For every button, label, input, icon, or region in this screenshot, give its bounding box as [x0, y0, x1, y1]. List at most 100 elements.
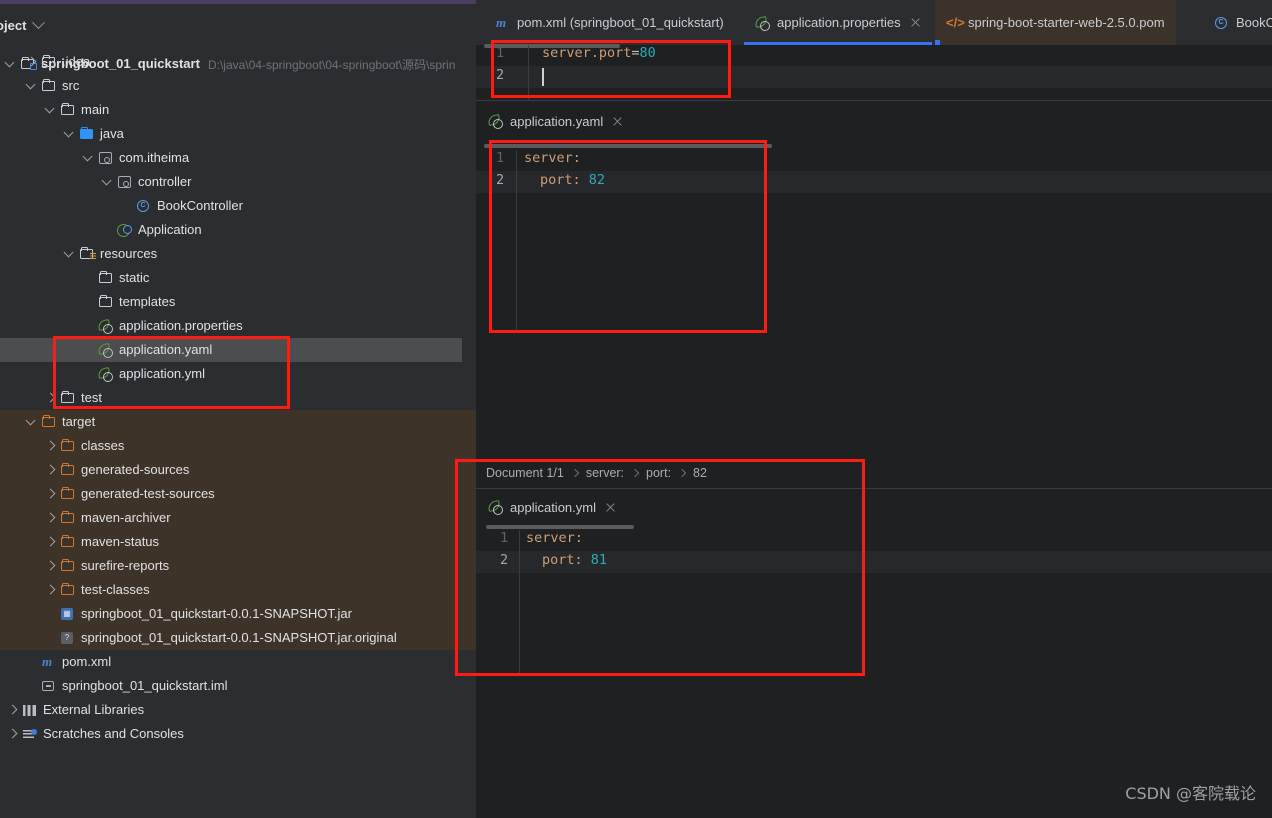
expand-arrow-icon[interactable] [27, 81, 37, 91]
project-panel-title: roject [0, 17, 27, 33]
tab-spring-boot-starter-web-pom[interactable]: </> spring-boot-starter-web-2.5.0.pom [935, 0, 1176, 45]
tab-application-yaml[interactable]: application.yaml [484, 105, 627, 137]
module-icon [41, 678, 57, 694]
tree-row[interactable]: maven-status [0, 530, 476, 554]
yaml-horizontal-scrollbar[interactable] [484, 144, 772, 148]
tree-row[interactable]: com.itheima [0, 146, 476, 170]
tree-row[interactable]: maven-archiver [0, 506, 476, 530]
tab-pom-xml[interactable]: m pom.xml (springboot_01_quickstart) [484, 0, 735, 45]
tree-row[interactable]: springboot_01_quickstart.iml [0, 674, 476, 698]
expand-arrow-icon[interactable] [84, 153, 94, 163]
expand-arrow-icon[interactable] [65, 129, 75, 139]
project-tree[interactable]: .idea src main java com.itheima controller C Bo… [0, 50, 476, 746]
tab-application-properties[interactable]: application.properties [744, 0, 932, 45]
chevron-down-icon[interactable] [32, 15, 46, 29]
expand-arrow-icon[interactable] [27, 417, 37, 427]
tree-row-label: application.yaml [119, 342, 213, 357]
yaml-key: port: [540, 172, 581, 188]
yaml-code-line-2[interactable]: port: 82 [524, 172, 605, 188]
tab-application-yml[interactable]: application.yml [484, 492, 620, 522]
tree-row-label: java [100, 126, 124, 141]
tree-row[interactable]: src [0, 74, 476, 98]
breadcrumb-item[interactable]: server: [586, 466, 624, 480]
maven-icon: m [496, 14, 507, 30]
yml-horizontal-scrollbar[interactable] [486, 525, 634, 529]
properties-line-number: 1 [496, 45, 505, 61]
expand-arrow-icon[interactable] [46, 489, 56, 499]
expand-arrow-icon[interactable] [46, 561, 56, 571]
expand-arrow-icon[interactable] [65, 249, 75, 259]
expand-arrow-icon[interactable] [8, 705, 18, 715]
yml-code-line-2[interactable]: port: 81 [526, 552, 607, 568]
tree-row[interactable]: generated-test-sources [0, 482, 476, 506]
tree-row[interactable]: Scratches and Consoles [0, 722, 476, 746]
tree-row[interactable]: controller [0, 170, 476, 194]
spring-config-icon [488, 499, 504, 515]
close-icon[interactable] [910, 17, 921, 28]
tree-row[interactable]: classes [0, 434, 476, 458]
tree-row-label: Scratches and Consoles [43, 726, 184, 741]
breadcrumb[interactable]: Document 1/1 server: port: 82 [486, 466, 707, 480]
tree-row[interactable]: test-classes [0, 578, 476, 602]
expand-arrow-icon[interactable] [103, 177, 113, 187]
tree-row[interactable]: resources [0, 242, 476, 266]
breadcrumb-item[interactable]: port: [646, 466, 671, 480]
breadcrumb-item[interactable]: Document 1/1 [486, 466, 564, 480]
tree-row[interactable]: ▦ springboot_01_quickstart-0.0.1-SNAPSHOT… [0, 602, 476, 626]
tree-row[interactable]: m pom.xml [0, 650, 476, 674]
tree-row[interactable]: main [0, 98, 476, 122]
folder-icon [60, 390, 76, 406]
tree-row[interactable]: ? springboot_01_quickstart-0.0.1-SNAPSHOT… [0, 626, 476, 650]
tree-row-label: generated-test-sources [81, 486, 215, 501]
tree-row-label: src [62, 78, 80, 93]
tree-row[interactable]: templates [0, 290, 476, 314]
tree-row[interactable]: java [0, 122, 476, 146]
tree-row[interactable]: application.yml [0, 362, 476, 386]
tree-row[interactable]: Application [0, 218, 476, 242]
tree-row-label: maven-status [81, 534, 160, 549]
tree-row[interactable]: generated-sources [0, 458, 476, 482]
expand-arrow-icon[interactable] [46, 513, 56, 523]
folder-orange-icon [60, 558, 76, 574]
tree-arrow-placeholder [84, 297, 94, 307]
project-panel-header[interactable]: roject [0, 14, 46, 36]
folder-icon [98, 294, 114, 310]
tree-row-label: pom.xml [62, 654, 112, 669]
folder-orange-icon [60, 582, 76, 598]
expand-arrow-icon[interactable] [46, 465, 56, 475]
close-icon[interactable] [605, 502, 616, 513]
expand-arrow-icon[interactable] [46, 537, 56, 547]
tree-row[interactable]: static [0, 266, 476, 290]
close-icon[interactable] [612, 116, 623, 127]
tree-row[interactable]: test [0, 386, 476, 410]
expand-arrow-icon[interactable] [46, 441, 56, 451]
tree-row-label: static [119, 270, 150, 285]
expand-arrow-icon[interactable] [46, 105, 56, 115]
properties-value: 80 [639, 45, 656, 61]
tree-row[interactable]: target [0, 410, 476, 434]
expand-arrow-icon[interactable] [8, 729, 18, 739]
properties-code-line-1[interactable]: server.port=80 [542, 45, 656, 61]
tree-row-label: generated-sources [81, 462, 190, 477]
unknown-file-icon: ? [60, 630, 76, 646]
expand-arrow-icon[interactable] [46, 393, 56, 403]
maven-icon: m [42, 654, 53, 669]
package-icon [117, 174, 133, 190]
folder-orange-icon [60, 534, 76, 550]
yml-code-line-1[interactable]: server: [526, 530, 583, 546]
expand-arrow-icon[interactable] [27, 57, 37, 67]
expand-arrow-icon[interactable] [46, 585, 56, 595]
tree-row[interactable]: External Libraries [0, 698, 476, 722]
tree-row[interactable]: .idea [0, 50, 476, 74]
yaml-code-line-1[interactable]: server: [524, 150, 581, 166]
tree-row[interactable]: application.properties [0, 314, 476, 338]
tree-row[interactable]: application.yaml [0, 338, 462, 362]
properties-current-line-highlight [476, 66, 1272, 88]
breadcrumb-item[interactable]: 82 [693, 466, 707, 480]
tab-book-controller[interactable]: C BookC [1203, 0, 1272, 45]
properties-line-number: 2 [496, 67, 505, 83]
tree-row[interactable]: surefire-reports [0, 554, 476, 578]
tree-arrow-placeholder [84, 273, 94, 283]
tab-label: pom.xml (springboot_01_quickstart) [517, 15, 724, 30]
tree-row[interactable]: C BookController [0, 194, 476, 218]
